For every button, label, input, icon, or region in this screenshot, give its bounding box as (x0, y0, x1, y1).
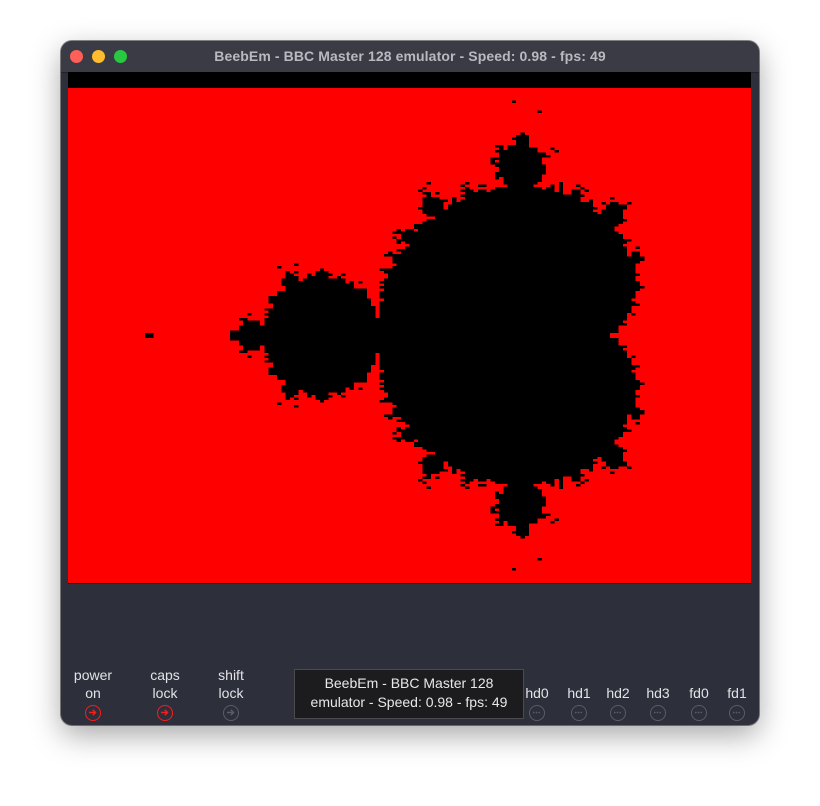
drive-hd2[interactable]: hd2 (598, 684, 638, 721)
tooltip-line2: emulator - Speed: 0.98 - fps: 49 (310, 694, 508, 710)
ellipsis-circle-icon (691, 705, 707, 721)
led-caps-lock: caps lock (133, 666, 197, 721)
drive-hd1[interactable]: hd1 (559, 684, 599, 721)
emulator-screen[interactable] (68, 72, 751, 584)
drive-label: fd0 (689, 685, 709, 701)
ellipsis-circle-icon (571, 705, 587, 721)
drive-label: fd1 (727, 685, 747, 701)
ellipsis-circle-icon (729, 705, 745, 721)
arrow-right-circle-icon (157, 705, 173, 721)
led-label-line1: power (73, 667, 113, 683)
drive-fd0[interactable]: fd0 (679, 684, 719, 721)
title-bar[interactable]: BeebEm - BBC Master 128 emulator - Speed… (61, 41, 759, 73)
ellipsis-circle-icon (529, 705, 545, 721)
led-label-line1: caps (150, 667, 180, 683)
led-label-line2: lock (218, 685, 244, 701)
led-power: power on (61, 666, 125, 721)
drive-label: hd2 (606, 685, 630, 701)
drive-label: hd1 (567, 685, 591, 701)
drive-fd1[interactable]: fd1 (717, 684, 757, 721)
drive-label: hd3 (646, 685, 670, 701)
led-shift-lock: shift lock (199, 666, 263, 721)
led-label-line2: on (85, 685, 101, 701)
window-title: BeebEm - BBC Master 128 emulator - Speed… (214, 48, 606, 64)
led-label-line1: shift (218, 667, 244, 683)
mandelbrot-display[interactable] (68, 88, 751, 583)
tooltip-line1: BeebEm - BBC Master 128 (324, 675, 494, 691)
emulator-window: BeebEm - BBC Master 128 emulator - Speed… (61, 41, 759, 725)
title-tooltip: BeebEm - BBC Master 128 emulator - Speed… (294, 669, 524, 719)
arrow-right-circle-icon (223, 705, 239, 721)
ellipsis-circle-icon (650, 705, 666, 721)
screen-border (68, 72, 751, 88)
drive-hd3[interactable]: hd3 (638, 684, 678, 721)
arrow-right-circle-icon (85, 705, 101, 721)
led-label-line2: lock (152, 685, 178, 701)
ellipsis-circle-icon (610, 705, 626, 721)
